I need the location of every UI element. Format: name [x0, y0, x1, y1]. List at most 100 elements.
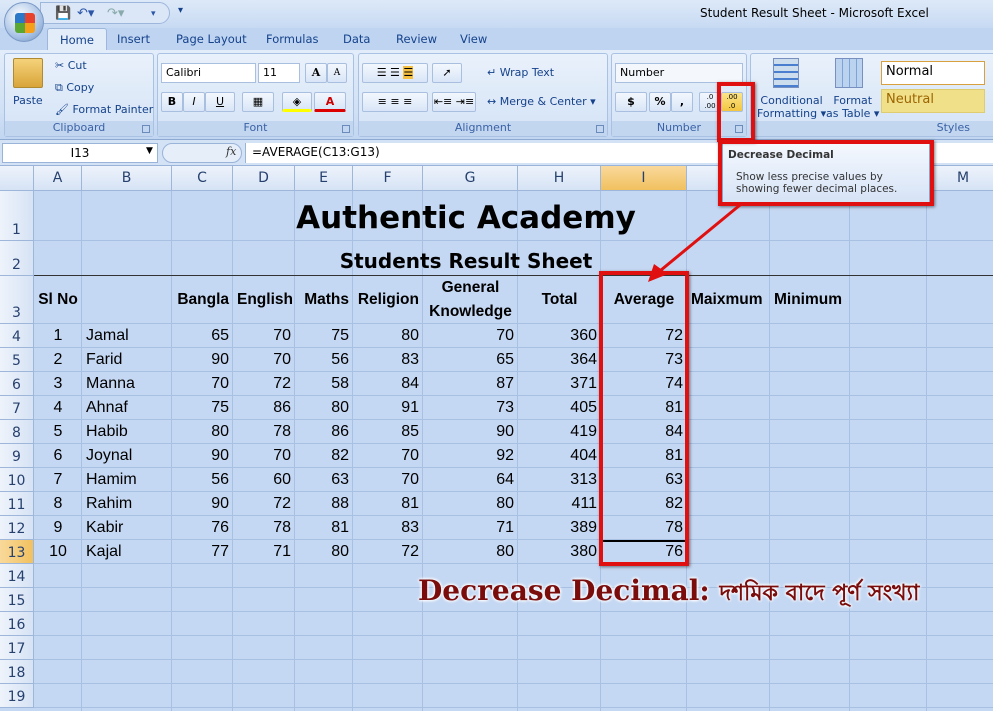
value-cell[interactable]: 56 — [172, 468, 233, 492]
value-cell[interactable]: 70 — [233, 324, 295, 348]
value-cell[interactable]: 10 — [34, 540, 82, 564]
header-maximum[interactable]: Maixmum — [687, 288, 770, 312]
name-cell[interactable]: Joynal — [82, 444, 172, 468]
select-all-button[interactable] — [0, 166, 34, 191]
paste-icon[interactable] — [13, 58, 43, 88]
font-launcher[interactable] — [342, 125, 350, 133]
comma-button[interactable]: , — [671, 92, 693, 112]
value-cell[interactable]: 72 — [233, 372, 295, 396]
header-religion[interactable]: Religion — [353, 288, 423, 312]
clipboard-launcher[interactable] — [142, 125, 150, 133]
value-cell[interactable]: 70 — [423, 324, 518, 348]
header-minimum[interactable]: Minimum — [770, 288, 850, 312]
value-cell[interactable]: 85 — [353, 420, 423, 444]
value-cell[interactable]: 73 — [423, 396, 518, 420]
value-cell[interactable]: 2 — [34, 348, 82, 372]
tab-review[interactable]: Review — [396, 32, 437, 46]
value-cell[interactable]: 313 — [518, 468, 601, 492]
column-header-f[interactable]: F — [353, 166, 423, 191]
value-cell[interactable]: 404 — [518, 444, 601, 468]
header-sl-no[interactable]: Sl No — [34, 288, 82, 312]
header-bangla[interactable]: Bangla — [172, 288, 233, 312]
value-cell[interactable]: 82 — [295, 444, 353, 468]
row-header-16[interactable]: 16 — [0, 612, 34, 636]
value-cell[interactable]: 70 — [233, 348, 295, 372]
value-cell[interactable]: 5 — [34, 420, 82, 444]
tab-insert[interactable]: Insert — [117, 32, 150, 46]
value-cell[interactable]: 86 — [295, 420, 353, 444]
copy-button[interactable]: ⧉ Copy — [55, 81, 94, 95]
shrink-font-button[interactable]: A — [327, 63, 347, 83]
value-cell[interactable]: 70 — [233, 444, 295, 468]
cut-button[interactable]: ✂ Cut — [55, 59, 87, 72]
row-header-15[interactable]: 15 — [0, 588, 34, 612]
value-cell[interactable]: 72 — [233, 492, 295, 516]
row-header-8[interactable]: 8 — [0, 420, 34, 444]
value-cell[interactable]: 86 — [233, 396, 295, 420]
column-header-e[interactable]: E — [295, 166, 353, 191]
percent-button[interactable]: % — [649, 92, 671, 112]
value-cell[interactable]: 77 — [172, 540, 233, 564]
value-cell[interactable]: 8 — [34, 492, 82, 516]
value-cell[interactable]: 389 — [518, 516, 601, 540]
column-header-d[interactable]: D — [233, 166, 295, 191]
name-cell[interactable]: Ahnaf — [82, 396, 172, 420]
office-button[interactable] — [4, 2, 44, 42]
value-cell[interactable]: 65 — [423, 348, 518, 372]
value-cell[interactable]: 419 — [518, 420, 601, 444]
name-box[interactable]: I13 — [2, 143, 158, 163]
value-cell[interactable]: 7 — [34, 468, 82, 492]
paste-button[interactable]: Paste — [13, 94, 43, 107]
value-cell[interactable]: 81 — [353, 492, 423, 516]
row-header-13[interactable]: 13 — [0, 540, 34, 564]
row-header-9[interactable]: 9 — [0, 444, 34, 468]
name-cell[interactable]: Kajal — [82, 540, 172, 564]
value-cell[interactable]: 75 — [172, 396, 233, 420]
header-knowledge[interactable]: Knowledge — [423, 300, 518, 324]
horizontal-align-buttons[interactable]: ≡ ≡ ≡ — [362, 92, 428, 112]
value-cell[interactable]: 90 — [423, 420, 518, 444]
value-cell[interactable]: 92 — [423, 444, 518, 468]
column-header-i[interactable]: I — [601, 166, 687, 191]
row-header-12[interactable]: 12 — [0, 516, 34, 540]
row-header-18[interactable]: 18 — [0, 660, 34, 684]
value-cell[interactable]: 411 — [518, 492, 601, 516]
font-name-select[interactable]: Calibri — [161, 63, 256, 83]
header-english[interactable]: English — [233, 288, 295, 312]
value-cell[interactable]: 91 — [353, 396, 423, 420]
column-header-m[interactable]: M — [927, 166, 993, 191]
row-header-6[interactable]: 6 — [0, 372, 34, 396]
insert-function-icon[interactable]: fx — [226, 145, 236, 158]
value-cell[interactable]: 80 — [423, 540, 518, 564]
value-cell[interactable]: 80 — [295, 396, 353, 420]
value-cell[interactable]: 9 — [34, 516, 82, 540]
name-cell[interactable]: Manna — [82, 372, 172, 396]
font-size-select[interactable]: 11 — [258, 63, 300, 83]
column-header-g[interactable]: G — [423, 166, 518, 191]
value-cell[interactable]: 75 — [295, 324, 353, 348]
tab-formulas[interactable]: Formulas — [266, 32, 319, 46]
value-cell[interactable]: 80 — [295, 540, 353, 564]
borders-button[interactable]: ▦ — [242, 92, 274, 112]
header-total[interactable]: Total — [518, 288, 601, 312]
format-painter-button[interactable]: 🖌 Format Painter — [55, 103, 153, 116]
tab-page-layout[interactable]: Page Layout — [176, 32, 247, 46]
grow-font-button[interactable]: A — [305, 63, 327, 83]
column-header-a[interactable]: A — [34, 166, 82, 191]
tab-view[interactable]: View — [460, 32, 487, 46]
value-cell[interactable]: 80 — [172, 420, 233, 444]
row-header-17[interactable]: 17 — [0, 636, 34, 660]
header-maths[interactable]: Maths — [295, 288, 353, 312]
value-cell[interactable]: 371 — [518, 372, 601, 396]
row-header-14[interactable]: 14 — [0, 564, 34, 588]
value-cell[interactable]: 70 — [353, 444, 423, 468]
customize-qat-icon[interactable]: ▾ — [178, 5, 183, 16]
tab-data[interactable]: Data — [343, 32, 370, 46]
row-header-1[interactable]: 1 — [0, 191, 34, 241]
row-header-19[interactable]: 19 — [0, 684, 34, 708]
row-header-2[interactable]: 2 — [0, 241, 34, 276]
value-cell[interactable]: 364 — [518, 348, 601, 372]
row-header-10[interactable]: 10 — [0, 468, 34, 492]
value-cell[interactable]: 76 — [172, 516, 233, 540]
bold-button[interactable]: B — [161, 92, 183, 112]
